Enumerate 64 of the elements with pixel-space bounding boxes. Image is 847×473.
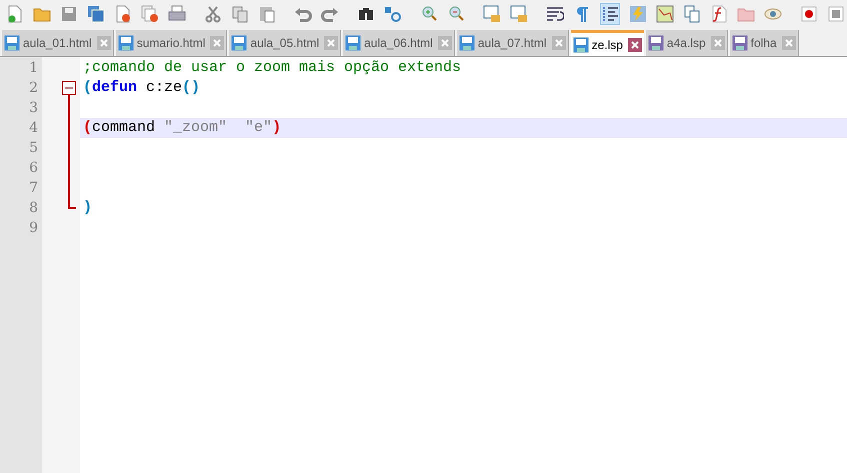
stop-icon	[827, 4, 845, 22]
close-all-icon	[141, 4, 159, 22]
code-token: ;comando de usar o zoom mais opção extends	[83, 58, 462, 78]
line-number: 8	[29, 198, 38, 218]
tab-label: a4a.lsp	[666, 35, 706, 52]
function-icon	[710, 4, 728, 22]
tab-label: aula_06.html	[364, 35, 433, 52]
file-tab[interactable]: sumario.html	[116, 30, 228, 56]
file-tab[interactable]: aula_07.html	[456, 30, 569, 56]
line-number: 3	[29, 98, 38, 118]
indent-button[interactable]	[600, 2, 620, 24]
line-number: 4	[29, 118, 38, 138]
file-tab[interactable]: a4a.lsp	[646, 30, 728, 56]
code-token: c:ze	[145, 78, 182, 98]
close-icon	[114, 4, 132, 22]
tab-label: sumario.html	[136, 35, 206, 52]
zoom-in-icon	[420, 4, 438, 22]
lock-button[interactable]	[510, 2, 528, 24]
function-button[interactable]	[710, 2, 728, 24]
copy-icon	[231, 4, 249, 22]
tab-label: ze.lsp	[592, 36, 623, 54]
pages-button[interactable]	[683, 2, 701, 24]
pages-icon	[683, 4, 701, 22]
wrap-icon	[546, 4, 564, 22]
tab-label: aula_05.html	[250, 35, 320, 52]
code-token: "_zoom" "e"	[164, 118, 272, 138]
save-all-icon	[87, 4, 105, 22]
record-icon	[800, 4, 818, 22]
save-icon	[60, 4, 78, 22]
paste-icon	[258, 4, 276, 22]
file-tab[interactable]: aula_06.html	[343, 30, 455, 56]
code-token: )	[83, 198, 92, 218]
file-tab[interactable]: aula_05.html	[229, 30, 342, 56]
tab-label: aula_01.html	[23, 35, 92, 52]
zoom-out-icon	[447, 4, 465, 22]
file-tab[interactable]: ze.lsp	[570, 30, 644, 56]
code-token: defun	[92, 78, 138, 98]
code-token: ()	[182, 78, 200, 98]
close-button[interactable]	[114, 2, 132, 24]
new-button[interactable]	[6, 2, 24, 24]
code-token: (	[83, 118, 92, 138]
code-token: (	[83, 78, 92, 98]
file-tab[interactable]: folha	[730, 30, 799, 56]
tab-label: aula_07.html	[478, 35, 547, 52]
new-icon	[6, 4, 24, 22]
line-number: 9	[29, 218, 38, 238]
line-number: 2	[29, 78, 38, 98]
code-token: command	[92, 118, 156, 138]
close-icon[interactable]	[628, 38, 642, 52]
print-icon	[168, 4, 186, 22]
cut-icon	[204, 4, 222, 22]
line-number: 5	[29, 138, 38, 158]
line-number: 6	[29, 158, 38, 178]
tab-label: folha	[750, 35, 777, 52]
code-token: )	[272, 118, 282, 138]
line-number: 1	[29, 58, 38, 78]
file-tab[interactable]: aula_01.html	[2, 30, 114, 56]
close-all-button[interactable]	[141, 2, 159, 24]
lock-button[interactable]	[483, 2, 501, 24]
indent-icon	[601, 4, 619, 22]
fold-toggle-icon[interactable]	[62, 81, 76, 101]
lightning-icon	[629, 4, 647, 22]
line-number: 7	[29, 178, 38, 198]
map-button[interactable]	[656, 2, 674, 24]
